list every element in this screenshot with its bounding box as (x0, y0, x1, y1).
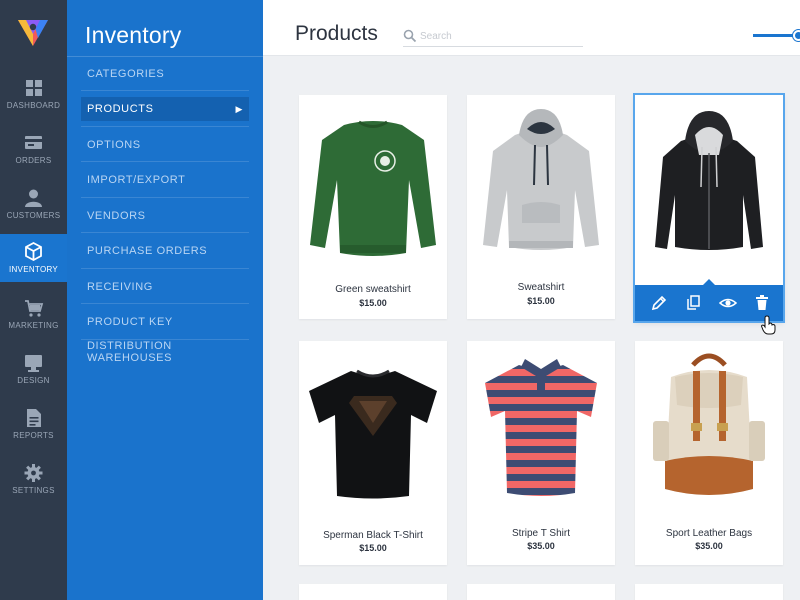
subnav-separator (81, 232, 249, 233)
subnav-item-purchase-orders[interactable]: Purchase Orders (81, 239, 249, 263)
product-image (653, 353, 765, 495)
rail-item-orders[interactable]: Orders (0, 125, 67, 175)
subnav-separator (81, 90, 249, 91)
search-box (403, 27, 583, 47)
product-card-sweatshirt[interactable]: Sweatshirt $15.00 (467, 95, 615, 319)
product-card-black-tshirt[interactable]: Sperman Black T-Shirt $15.00 (299, 341, 447, 565)
document-icon (27, 409, 41, 427)
product-name: Sport Leather Bags (665, 528, 753, 539)
app-window: Dashboard Orders Customers Inventory Mar… (0, 0, 800, 600)
rail-item-label: Marketing (8, 321, 59, 330)
product-name: Green sweatshirt (335, 284, 411, 295)
rail-item-label: Orders (15, 156, 52, 165)
product-card[interactable] (635, 584, 783, 600)
subnav-item-warehouses[interactable]: Warehouses (81, 346, 249, 370)
product-name: Stripe T Shirt (512, 528, 570, 539)
product-card-leather-bag[interactable]: Sport Leather Bags $35.00 (635, 341, 783, 565)
rail-item-label: Reports (13, 431, 54, 440)
duplicate-icon[interactable] (684, 294, 702, 312)
page-title: Products (295, 22, 378, 45)
rail-item-label: Settings (12, 486, 55, 495)
rail-item-reports[interactable]: Reports (0, 400, 67, 450)
box-icon (25, 241, 42, 262)
user-icon (25, 189, 42, 207)
rail-item-label: Design (17, 376, 50, 385)
subnav-separator (81, 303, 249, 304)
product-card-green-sweatshirt[interactable]: Green sweatshirt $15.00 (299, 95, 447, 319)
trash-icon[interactable] (753, 294, 771, 312)
inventory-subnav: Inventory Categories Products ▶ Options … (67, 0, 263, 600)
search-input[interactable] (420, 28, 580, 44)
product-name: Sweatshirt (517, 282, 565, 293)
dashboard-icon (26, 80, 42, 96)
rail-item-design[interactable]: Design (0, 345, 67, 395)
product-card-stripe-shirt[interactable]: Stripe T Shirt $35.00 (467, 341, 615, 565)
product-price: $35.00 (527, 541, 555, 551)
cart-icon (25, 300, 44, 317)
subnav-separator (81, 197, 249, 198)
subnav-item-product-key-distribution[interactable]: Product Key Distribution (81, 310, 249, 352)
view-icon[interactable] (719, 294, 737, 312)
product-price: $15.00 (527, 296, 555, 306)
rail-item-dashboard[interactable]: Dashboard (0, 70, 67, 120)
subnav-item-import-export[interactable]: Import/Export (81, 168, 249, 192)
product-image (309, 369, 437, 499)
rail-item-customers[interactable]: Customers (0, 180, 67, 230)
subnav-separator (81, 161, 249, 162)
subnav-item-products[interactable]: Products ▶ (81, 97, 249, 121)
product-name: Sperman Black T-Shirt (323, 530, 423, 541)
gear-icon (24, 464, 43, 482)
subnav-separator (81, 126, 249, 127)
subnav-item-label: Products (87, 103, 154, 115)
product-price: $15.00 (359, 543, 387, 553)
zoom-slider-handle[interactable] (793, 30, 800, 41)
subnav-item-categories[interactable]: Categories (81, 62, 249, 86)
rail-item-label: Inventory (8, 265, 59, 274)
product-image (655, 111, 763, 250)
subnav-title: Inventory (85, 22, 182, 48)
product-card[interactable] (467, 584, 615, 600)
rail-item-marketing[interactable]: Marketing (0, 290, 67, 340)
subnav-item-vendors[interactable]: Vendors (81, 204, 249, 228)
product-image (310, 120, 436, 256)
product-card-zip-hoodie[interactable] (635, 95, 783, 335)
subnav-divider (67, 56, 263, 57)
page-header: Products (263, 0, 800, 56)
subnav-item-receiving[interactable]: Receiving (81, 275, 249, 299)
rail-item-label: Dashboard (6, 101, 61, 110)
subnav-separator (81, 268, 249, 269)
rail-item-inventory[interactable]: Inventory (0, 234, 67, 282)
product-card[interactable] (299, 584, 447, 600)
product-image (483, 109, 599, 250)
card-icon (25, 136, 42, 149)
product-price: $35.00 (695, 541, 723, 551)
product-price: $15.00 (359, 298, 387, 308)
edit-icon[interactable] (650, 294, 668, 312)
monitor-icon (25, 355, 42, 372)
hand-pointer-icon (761, 315, 776, 335)
search-icon (403, 29, 417, 43)
rail-item-settings[interactable]: Settings (0, 455, 67, 505)
logo (18, 20, 48, 46)
chevron-right-icon: ▶ (235, 104, 243, 114)
icon-rail: Dashboard Orders Customers Inventory Mar… (0, 0, 67, 600)
action-bar-pointer (702, 279, 716, 286)
rail-item-label: Customers (6, 211, 61, 220)
subnav-item-options[interactable]: Options (81, 133, 249, 157)
product-image (485, 359, 597, 496)
subnav-separator (81, 339, 249, 340)
